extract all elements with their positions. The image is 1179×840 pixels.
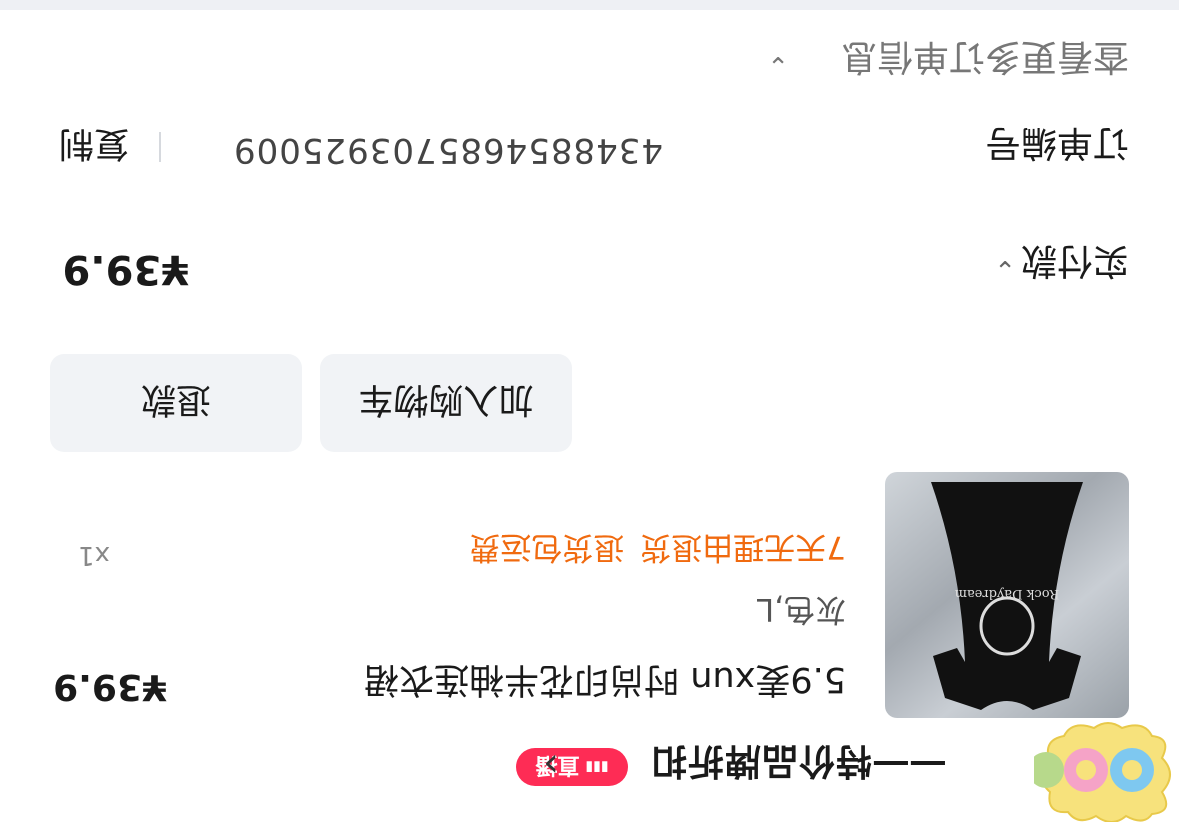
refund-button[interactable]: 退款 [50,354,302,452]
product-price: ¥39.9 [53,666,167,707]
service-tags: 7天无理由退货 退货包运费 [469,529,846,565]
chevron-down-icon[interactable]: ⌄ [994,254,1016,284]
top-divider-bar [0,0,1179,10]
payment-label: 实付款 [1020,240,1129,281]
add-to-cart-button[interactable]: 加入购物车 [320,354,572,452]
product-quantity: x1 [78,540,110,570]
order-detail-screen: 一一特价品牌折扣 ▮▮▮ 直播 Rock Daydream 5.9麦xun 时尚… [0,0,1179,840]
shop-logo[interactable] [1028,720,1174,823]
product-image[interactable]: Rock Daydream [885,472,1129,718]
order-number-value: 4348854685703925009 [232,130,663,170]
order-divider [159,132,161,162]
chevron-right-icon[interactable] [543,742,559,788]
product-variant: 灰色,L [756,591,846,627]
product-title[interactable]: 5.9麦xun 时尚印花半袖连衣裙 [364,657,846,708]
shop-name[interactable]: 一一特价品牌折扣 [650,738,946,790]
shirt-print-text: Rock Daydream [955,586,1060,601]
chevron-down-icon[interactable]: ⌄ [767,50,789,80]
order-number-label: 订单编号 [984,122,1129,163]
payment-amount: ¥39.9 [62,246,189,292]
more-order-info-link[interactable]: 查看更多订单信息 [841,34,1129,86]
live-badge[interactable]: ▮▮▮ 直播 [516,748,628,786]
live-bars-icon: ▮▮▮ [585,759,609,775]
copy-button[interactable]: 复制 [59,121,129,172]
